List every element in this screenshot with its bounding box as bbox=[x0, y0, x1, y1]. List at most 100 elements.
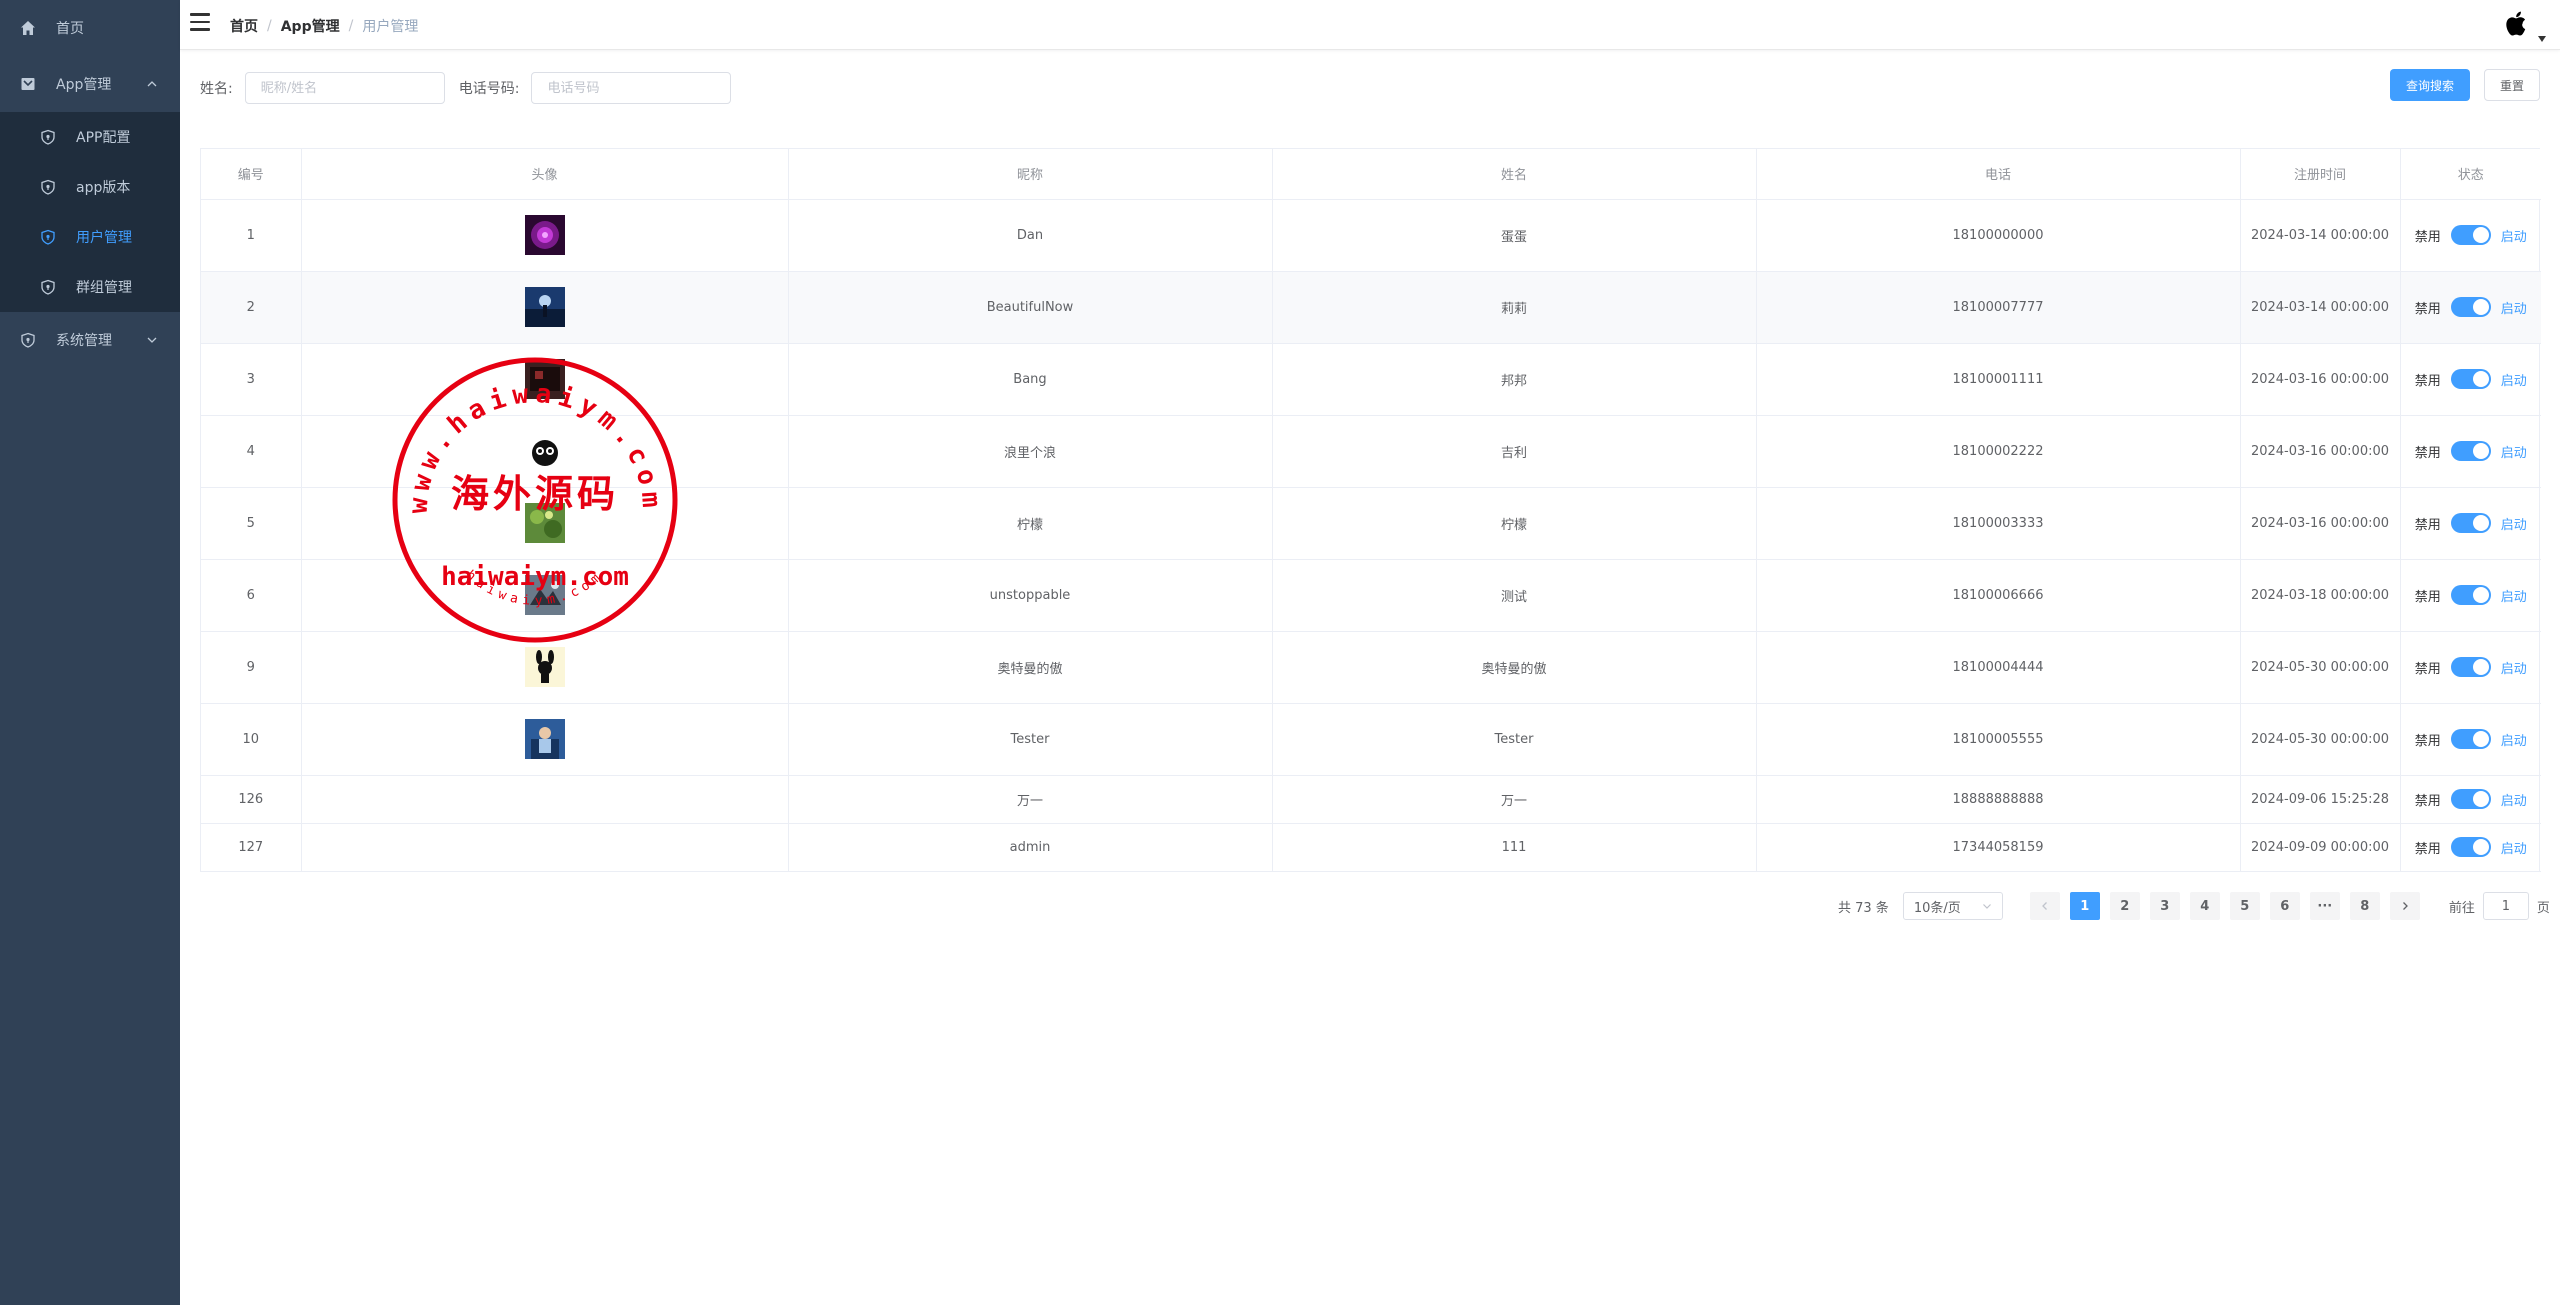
status-toggle[interactable] bbox=[2450, 225, 2491, 245]
status-toggle[interactable] bbox=[2450, 585, 2491, 605]
page-button-5[interactable]: 5 bbox=[2229, 892, 2260, 920]
status-toggle[interactable] bbox=[2450, 789, 2491, 809]
cell-name: 蛋蛋 bbox=[1272, 199, 1757, 272]
sidebar-item-label: App管理 bbox=[56, 77, 112, 93]
app-icon bbox=[20, 76, 36, 92]
cell-phone: 18100000000 bbox=[1756, 199, 2241, 272]
sidebar-item-app-management[interactable]: App管理 bbox=[0, 56, 180, 112]
submenu-app-management: APP配置 app版本 用户管理 群组管理 bbox=[0, 112, 180, 312]
sidebar-item-home[interactable]: 首页 bbox=[0, 0, 180, 56]
table-row: 10 Tester Tester 18100005555 2024-05-30 … bbox=[201, 703, 2541, 776]
breadcrumb-home[interactable]: 首页 bbox=[230, 16, 258, 36]
page-size-select[interactable]: 10条/页 bbox=[1902, 892, 2003, 920]
page-ellipsis-button[interactable]: ··· bbox=[2309, 892, 2340, 920]
user-avatar-image[interactable] bbox=[524, 359, 565, 399]
phone-search-input[interactable] bbox=[531, 72, 732, 104]
user-avatar-image[interactable] bbox=[524, 719, 565, 759]
name-search-input[interactable] bbox=[244, 72, 445, 104]
cell-id: 2 bbox=[201, 271, 302, 344]
table-row: 9 奥特曼的傲 奥特曼的傲 18100004444 2024-05-30 00:… bbox=[201, 631, 2541, 704]
status-enable-label: 启动 bbox=[2500, 589, 2527, 605]
cell-name: 邦邦 bbox=[1272, 343, 1757, 416]
cell-nickname: admin bbox=[788, 823, 1273, 872]
cell-id: 9 bbox=[201, 631, 302, 704]
status-toggle[interactable] bbox=[2450, 441, 2491, 461]
user-avatar-image[interactable] bbox=[524, 287, 565, 327]
table-row: 4 浪里个浪 吉利 18100002222 2024-03-16 00:00:0… bbox=[201, 415, 2541, 488]
shield-icon bbox=[40, 229, 56, 245]
query-search-button[interactable]: 查询搜索 bbox=[2390, 69, 2470, 101]
cell-id: 126 bbox=[201, 775, 302, 824]
status-disable-label: 禁用 bbox=[2414, 793, 2441, 809]
cell-name: 柠檬 bbox=[1272, 487, 1757, 560]
page-button-3[interactable]: 3 bbox=[2149, 892, 2180, 920]
status-enable-label: 启动 bbox=[2500, 229, 2527, 245]
status-disable-label: 禁用 bbox=[2414, 229, 2441, 245]
cell-status: 禁用 启动 bbox=[2400, 823, 2541, 872]
table-row: 1 Dan 蛋蛋 18100000000 2024-03-14 00:00:00… bbox=[201, 199, 2541, 272]
shield-icon bbox=[40, 179, 56, 195]
page-button-4[interactable]: 4 bbox=[2189, 892, 2220, 920]
column-header-registered: 注册时间 bbox=[2240, 149, 2401, 200]
cell-status: 禁用 启动 bbox=[2400, 775, 2541, 824]
hamburger-menu-icon[interactable] bbox=[190, 13, 210, 33]
sidebar-item-system-management[interactable]: 系统管理 bbox=[0, 312, 180, 368]
status-toggle[interactable] bbox=[2450, 657, 2491, 677]
next-page-button[interactable] bbox=[2389, 892, 2420, 920]
sidebar-item-label: 首页 bbox=[56, 21, 84, 37]
page-button-2[interactable]: 2 bbox=[2109, 892, 2140, 920]
pagination-total: 共 73 条 bbox=[1838, 900, 1889, 916]
sidebar-item-user-management[interactable]: 用户管理 bbox=[0, 212, 180, 262]
reset-button[interactable]: 重置 bbox=[2484, 69, 2540, 101]
cell-status: 禁用 启动 bbox=[2400, 271, 2541, 344]
user-avatar-dropdown[interactable] bbox=[2500, 6, 2546, 44]
chevron-down-icon bbox=[147, 337, 157, 343]
column-header-id: 编号 bbox=[201, 149, 302, 200]
breadcrumb-app-management[interactable]: App管理 bbox=[281, 16, 340, 36]
cell-phone: 18100007777 bbox=[1756, 271, 2241, 344]
sidebar: 首页 App管理 APP配置 app版本 用户管理 群组管理 系统管理 bbox=[0, 0, 180, 1305]
page-button-8[interactable]: 8 bbox=[2349, 892, 2380, 920]
cell-registered: 2024-03-16 00:00:00 bbox=[2240, 487, 2401, 560]
cell-status: 禁用 启动 bbox=[2400, 487, 2541, 560]
cell-phone: 18100004444 bbox=[1756, 631, 2241, 704]
cell-avatar bbox=[301, 415, 789, 488]
status-disable-label: 禁用 bbox=[2414, 589, 2441, 605]
sidebar-item-label: 系统管理 bbox=[56, 333, 112, 349]
table-row: 127 admin 111 17344058159 2024-09-09 00:… bbox=[201, 823, 2541, 872]
cell-status: 禁用 启动 bbox=[2400, 703, 2541, 776]
cell-nickname: 柠檬 bbox=[788, 487, 1273, 560]
user-avatar-image[interactable] bbox=[524, 647, 565, 687]
cell-phone: 18888888888 bbox=[1756, 775, 2241, 824]
cell-id: 1 bbox=[201, 199, 302, 272]
cell-phone: 17344058159 bbox=[1756, 823, 2241, 872]
sidebar-item-app-config[interactable]: APP配置 bbox=[0, 112, 180, 162]
cell-avatar bbox=[301, 775, 789, 824]
app-root: 首页 App管理 APP配置 app版本 用户管理 群组管理 系统管理 首页 /… bbox=[0, 0, 2560, 1305]
user-avatar-image[interactable] bbox=[524, 215, 565, 255]
cell-avatar bbox=[301, 271, 789, 344]
cell-nickname: 万一 bbox=[788, 775, 1273, 824]
status-toggle[interactable] bbox=[2450, 837, 2491, 857]
search-form: 姓名: 电话号码: bbox=[200, 72, 745, 104]
page-button-6[interactable]: 6 bbox=[2269, 892, 2300, 920]
status-enable-label: 启动 bbox=[2500, 517, 2527, 533]
status-toggle[interactable] bbox=[2450, 297, 2491, 317]
goto-page-input[interactable] bbox=[2482, 892, 2529, 920]
cell-name: 111 bbox=[1272, 823, 1757, 872]
status-toggle[interactable] bbox=[2450, 513, 2491, 533]
status-toggle[interactable] bbox=[2450, 729, 2491, 749]
sidebar-item-app-version[interactable]: app版本 bbox=[0, 162, 180, 212]
home-icon bbox=[20, 20, 36, 36]
page-button-1[interactable]: 1 bbox=[2069, 892, 2100, 920]
user-avatar-image[interactable] bbox=[524, 431, 565, 471]
sidebar-item-label: APP配置 bbox=[76, 130, 131, 146]
cell-id: 127 bbox=[201, 823, 302, 872]
status-toggle[interactable] bbox=[2450, 369, 2491, 389]
user-avatar-image[interactable] bbox=[524, 575, 565, 615]
prev-page-button[interactable] bbox=[2029, 892, 2060, 920]
cell-registered: 2024-09-09 00:00:00 bbox=[2240, 823, 2401, 872]
cell-id: 4 bbox=[201, 415, 302, 488]
user-avatar-image[interactable] bbox=[524, 503, 565, 543]
sidebar-item-group-management[interactable]: 群组管理 bbox=[0, 262, 180, 312]
